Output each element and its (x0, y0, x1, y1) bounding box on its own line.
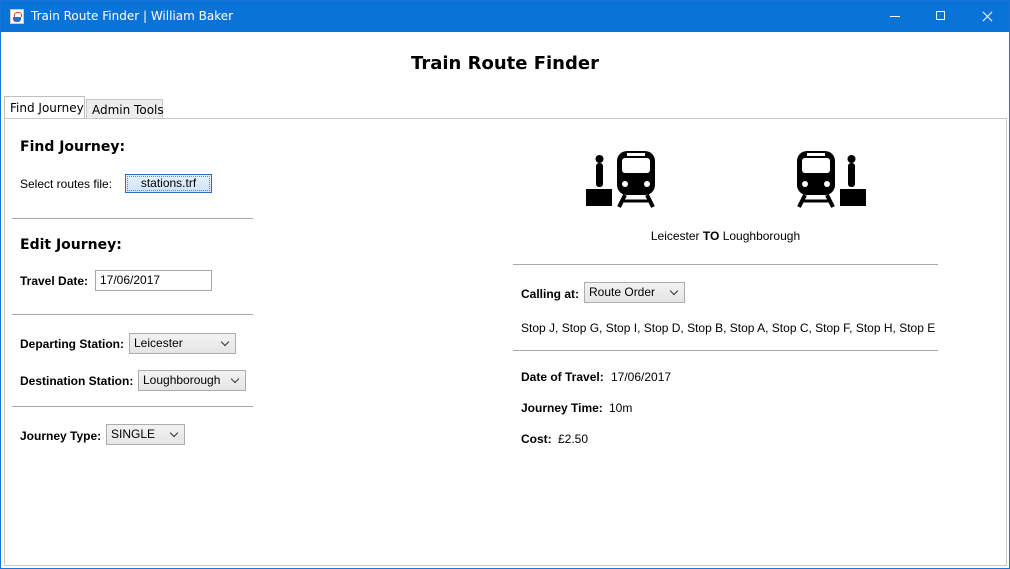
maximize-button[interactable] (918, 1, 964, 32)
route-summary: Leicester TO Loughborough (513, 229, 938, 243)
page-title: Train Route Finder (411, 53, 599, 74)
divider (12, 406, 253, 407)
divider (513, 350, 938, 351)
divider (12, 314, 253, 315)
travel-date-field[interactable]: 17/06/2017 (95, 270, 212, 291)
calling-at-label: Calling at: (521, 287, 580, 301)
chevron-down-icon (669, 286, 679, 296)
tab-admin-tools[interactable]: Admin Tools (86, 99, 164, 118)
select-routes-file-button[interactable]: stations.trf (125, 174, 212, 193)
find-journey-heading: Find Journey: (20, 139, 126, 155)
routes-file-label: Select routes file: (20, 177, 113, 191)
divider (513, 264, 938, 265)
journey-type-value: SINGLE (111, 427, 156, 441)
calling-order-value: Route Order (589, 285, 656, 299)
tab-find-journey[interactable]: Find Journey (4, 96, 85, 118)
departing-station-value: Leicester (134, 336, 183, 350)
journey-time-label: Journey Time: (521, 401, 603, 415)
cost-value: £2.50 (558, 432, 589, 446)
to-word: TO (702, 229, 720, 243)
date-of-travel-value: 17/06/2017 (611, 370, 672, 384)
arrival-train-icon (797, 151, 866, 208)
cost-label: Cost: (521, 432, 552, 446)
date-of-travel-label: Date of Travel: (521, 370, 604, 384)
destination-station-label: Destination Station: (20, 374, 134, 388)
destination-station-select[interactable]: Loughborough (138, 370, 246, 391)
chevron-down-icon (230, 374, 240, 384)
journey-type-label: Journey Type: (20, 429, 102, 443)
divider (12, 218, 253, 219)
departing-station-label: Departing Station: (20, 337, 124, 351)
window-title: Train Route Finder | William Baker (31, 9, 234, 23)
find-journey-panel: Find Journey: Select routes file: statio… (4, 118, 1007, 566)
journey-time-value: 10m (609, 401, 633, 415)
chevron-down-icon (169, 428, 179, 438)
minimize-button[interactable] (872, 1, 918, 32)
to-station: Loughborough (722, 229, 801, 243)
edit-journey-heading: Edit Journey: (20, 237, 122, 253)
java-app-icon (10, 9, 24, 24)
departure-train-icon (586, 151, 655, 208)
calling-stops-list: Stop J, Stop G, Stop I, Stop D, Stop B, … (521, 321, 936, 335)
from-station: Leicester (650, 229, 700, 243)
close-button[interactable] (964, 1, 1010, 32)
destination-station-value: Loughborough (143, 373, 221, 387)
travel-date-label: Travel Date: (20, 274, 89, 288)
title-bar[interactable]: Train Route Finder | William Baker (1, 1, 1009, 32)
departing-station-select[interactable]: Leicester (129, 333, 236, 354)
chevron-down-icon (220, 337, 230, 347)
app-window: Train Route Finder | William Baker Train… (0, 0, 1010, 569)
calling-order-select[interactable]: Route Order (584, 282, 685, 303)
journey-type-select[interactable]: SINGLE (106, 424, 185, 445)
